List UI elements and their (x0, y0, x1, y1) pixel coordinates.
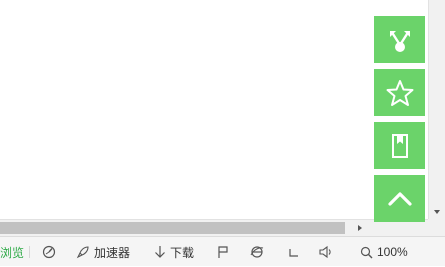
chevron-up-icon (387, 191, 412, 206)
speed-dial-icon (42, 245, 56, 259)
browse-item[interactable]: 浏览 (0, 237, 24, 267)
flag-icon (218, 246, 228, 258)
divider (29, 246, 30, 258)
page-content (0, 0, 428, 219)
star-icon (386, 79, 413, 106)
download-arrow-icon (155, 246, 165, 258)
download-button[interactable]: 下载 (154, 237, 194, 267)
zoom-icon (360, 246, 373, 258)
speed-dial-button[interactable] (42, 237, 56, 267)
bookmark-button[interactable] (374, 122, 425, 169)
ie-mode-button[interactable] (250, 237, 264, 267)
zoom-button[interactable]: 100% (360, 237, 408, 267)
share-button[interactable] (374, 16, 425, 63)
back-to-top-button[interactable] (374, 175, 425, 222)
vertical-scrollbar[interactable] (428, 0, 445, 219)
status-bar: 浏览 加速器 下载 100% (0, 236, 445, 266)
flag-button[interactable] (216, 237, 230, 267)
scrollbar-corner (428, 219, 445, 236)
crop-icon (289, 249, 298, 257)
accelerator-button[interactable]: 加速器 (76, 237, 130, 267)
browse-label: 浏览 (0, 245, 25, 260)
accelerator-label: 加速器 (94, 245, 131, 260)
favorite-button[interactable] (374, 69, 425, 116)
horizontal-scroll-thumb[interactable] (0, 222, 345, 234)
share-icon (389, 30, 410, 52)
bookmark-icon (391, 133, 408, 158)
scroll-down-arrow-icon[interactable] (434, 210, 440, 214)
screenshot-button[interactable] (288, 237, 300, 267)
volume-icon (319, 245, 331, 259)
rocket-icon (76, 246, 89, 259)
volume-button[interactable] (318, 237, 334, 267)
scroll-right-arrow-icon[interactable] (358, 225, 362, 231)
zoom-level: 100% (377, 245, 408, 259)
ie-icon (250, 246, 264, 258)
horizontal-scrollbar[interactable] (0, 219, 428, 236)
download-label: 下载 (170, 245, 195, 260)
